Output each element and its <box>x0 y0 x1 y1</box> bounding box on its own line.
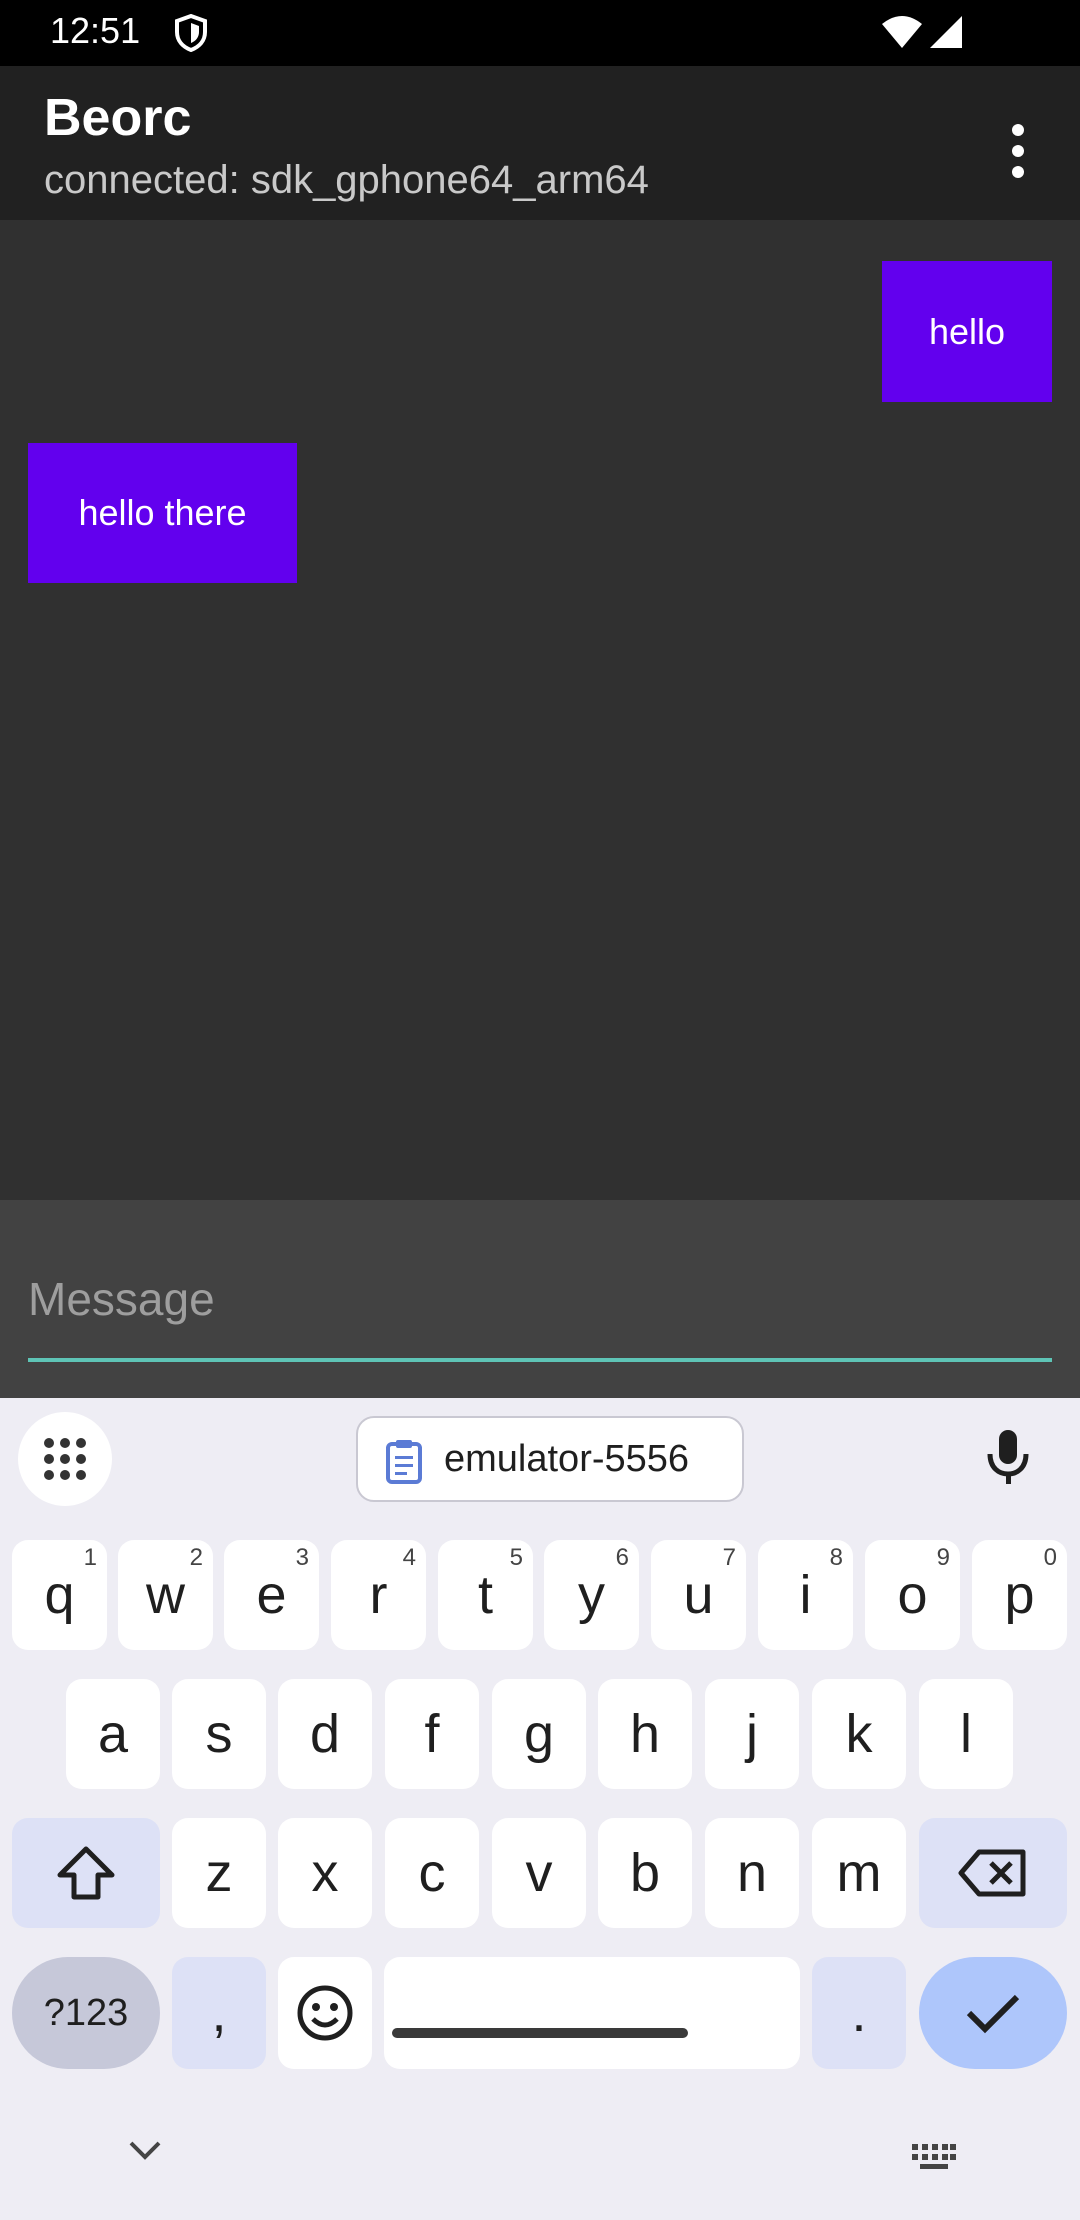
key-hint: 2 <box>189 1544 203 1571</box>
key-label: o <box>897 1565 928 1625</box>
key-d[interactable]: d <box>278 1679 372 1789</box>
key-i[interactable]: i8 <box>758 1540 853 1650</box>
key-label: e <box>256 1565 287 1625</box>
key-hint: 9 <box>936 1544 950 1571</box>
key-p[interactable]: p0 <box>972 1540 1067 1650</box>
key-w[interactable]: w2 <box>118 1540 213 1650</box>
shield-icon <box>174 13 208 57</box>
key-t[interactable]: t5 <box>438 1540 533 1650</box>
apps-grid-icon[interactable] <box>18 1412 112 1506</box>
key-label: t <box>477 1565 493 1625</box>
key-k[interactable]: k <box>812 1679 906 1789</box>
connection-status: connected: sdk_gphone64_arm64 <box>44 158 649 202</box>
key-j[interactable]: j <box>705 1679 799 1789</box>
keyboard: emulator-5556 q1 w2 e3 r4 t5 y6 u7 i8 o9… <box>0 1398 1080 2220</box>
space-key[interactable] <box>384 1957 800 2069</box>
key-y[interactable]: y6 <box>544 1540 639 1650</box>
key-label: w <box>146 1565 185 1625</box>
incoming-message[interactable]: hello there <box>28 443 297 583</box>
key-o[interactable]: o9 <box>865 1540 960 1650</box>
key-hint: 8 <box>829 1544 843 1571</box>
backspace-key[interactable] <box>919 1818 1067 1928</box>
status-time: 12:51 <box>50 10 141 51</box>
outgoing-message[interactable]: hello <box>882 261 1052 402</box>
status-bar: 12:51 <box>0 0 1080 66</box>
more-vert-icon[interactable] <box>990 116 1046 186</box>
clipboard-text: emulator-5556 <box>444 1438 690 1480</box>
key-hint: 0 <box>1043 1544 1057 1571</box>
shift-key[interactable] <box>12 1818 160 1928</box>
clipboard-suggestion[interactable]: emulator-5556 <box>356 1416 744 1502</box>
period-key[interactable]: . <box>812 1957 906 2069</box>
message-input[interactable]: Message <box>28 1266 1052 1362</box>
keyboard-icon[interactable] <box>912 2144 956 2175</box>
home-indicator[interactable] <box>392 2028 688 2038</box>
key-r[interactable]: r4 <box>331 1540 426 1650</box>
key-label: r <box>369 1565 388 1625</box>
key-n[interactable]: n <box>705 1818 799 1928</box>
key-label: i <box>799 1565 812 1625</box>
symbols-key[interactable]: ?123 <box>12 1957 160 2069</box>
emoji-icon <box>297 1985 353 2041</box>
comma-key[interactable]: , <box>172 1957 266 2069</box>
enter-key[interactable] <box>919 1957 1067 2069</box>
key-h[interactable]: h <box>598 1679 692 1789</box>
key-hint: 3 <box>295 1544 309 1571</box>
key-hint: 7 <box>722 1544 736 1571</box>
key-g[interactable]: g <box>492 1679 586 1789</box>
key-c[interactable]: c <box>385 1818 479 1928</box>
signal-icon <box>928 14 964 55</box>
key-b[interactable]: b <box>598 1818 692 1928</box>
key-a[interactable]: a <box>66 1679 160 1789</box>
key-m[interactable]: m <box>812 1818 906 1928</box>
composer: Message <box>0 1200 1080 1398</box>
message-list[interactable]: hello hello there <box>0 220 1080 1200</box>
mic-icon[interactable] <box>985 1428 1031 1491</box>
key-l[interactable]: l <box>919 1679 1013 1789</box>
wifi-icon <box>880 14 924 55</box>
key-u[interactable]: u7 <box>651 1540 746 1650</box>
key-label: u <box>683 1565 714 1625</box>
app-bar: Beorc connected: sdk_gphone64_arm64 <box>0 66 1080 220</box>
key-hint: 4 <box>402 1544 416 1571</box>
key-z[interactable]: z <box>172 1818 266 1928</box>
emoji-key[interactable] <box>278 1957 372 2069</box>
key-q[interactable]: q1 <box>12 1540 107 1650</box>
key-hint: 1 <box>83 1544 97 1571</box>
key-s[interactable]: s <box>172 1679 266 1789</box>
shift-icon <box>57 1846 115 1900</box>
app-title: Beorc <box>44 89 192 147</box>
check-icon <box>966 1994 1020 2034</box>
key-label: y <box>578 1565 605 1625</box>
clipboard-icon <box>384 1438 424 1489</box>
key-x[interactable]: x <box>278 1818 372 1928</box>
key-label: p <box>1004 1565 1035 1625</box>
key-v[interactable]: v <box>492 1818 586 1928</box>
backspace-icon <box>958 1849 1026 1897</box>
key-e[interactable]: e3 <box>224 1540 319 1650</box>
key-label: q <box>44 1565 75 1625</box>
chevron-down-icon[interactable] <box>128 2140 162 2167</box>
message-placeholder: Message <box>28 1273 215 1325</box>
key-hint: 5 <box>509 1544 523 1571</box>
key-hint: 6 <box>615 1544 629 1571</box>
key-f[interactable]: f <box>385 1679 479 1789</box>
